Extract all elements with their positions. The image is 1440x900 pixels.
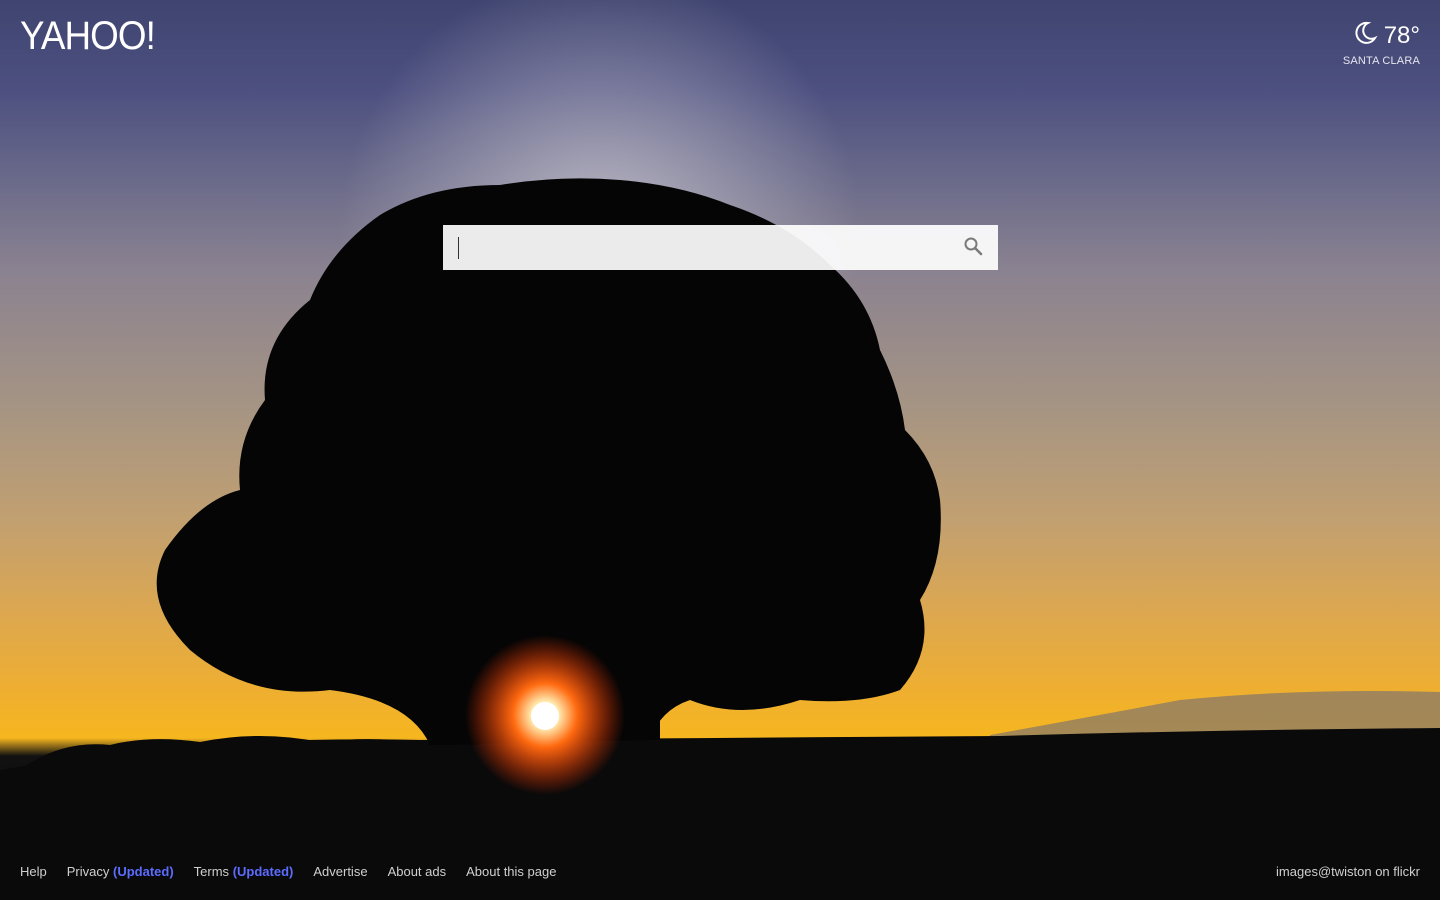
help-link[interactable]: Help bbox=[20, 864, 47, 879]
footer-links: Help Privacy (Updated) Terms (Updated) A… bbox=[20, 864, 556, 879]
privacy-updated-badge: (Updated) bbox=[113, 864, 174, 879]
terms-updated-badge: (Updated) bbox=[232, 864, 294, 879]
weather-location: SANTA CLARA bbox=[1342, 55, 1420, 67]
yahoo-logo[interactable]: YAHOO! bbox=[20, 14, 156, 59]
text-caret bbox=[458, 237, 459, 259]
advertise-link[interactable]: Advertise bbox=[313, 864, 367, 879]
moon-icon bbox=[1352, 20, 1378, 51]
background-photo bbox=[0, 0, 1440, 900]
terms-link[interactable]: Terms (Updated) bbox=[194, 864, 294, 879]
terms-label: Terms bbox=[193, 864, 230, 879]
image-credit-link[interactable]: images@twiston on flickr bbox=[1276, 864, 1420, 879]
about-this-page-link[interactable]: About this page bbox=[466, 864, 556, 879]
privacy-link[interactable]: Privacy (Updated) bbox=[67, 864, 174, 879]
about-ads-link[interactable]: About ads bbox=[388, 864, 447, 879]
privacy-label: Privacy bbox=[66, 864, 110, 879]
weather-widget[interactable]: 78° SANTA CLARA bbox=[1342, 20, 1420, 68]
search-input[interactable] bbox=[443, 225, 943, 270]
search-icon bbox=[963, 236, 983, 261]
yahoo-new-tab-page: YAHOO! 78° SANTA CLARA Help Privacy (Upd… bbox=[0, 0, 1440, 900]
search-button[interactable] bbox=[960, 235, 986, 261]
weather-temperature: 78° bbox=[1383, 21, 1420, 49]
search-bar bbox=[443, 225, 998, 270]
